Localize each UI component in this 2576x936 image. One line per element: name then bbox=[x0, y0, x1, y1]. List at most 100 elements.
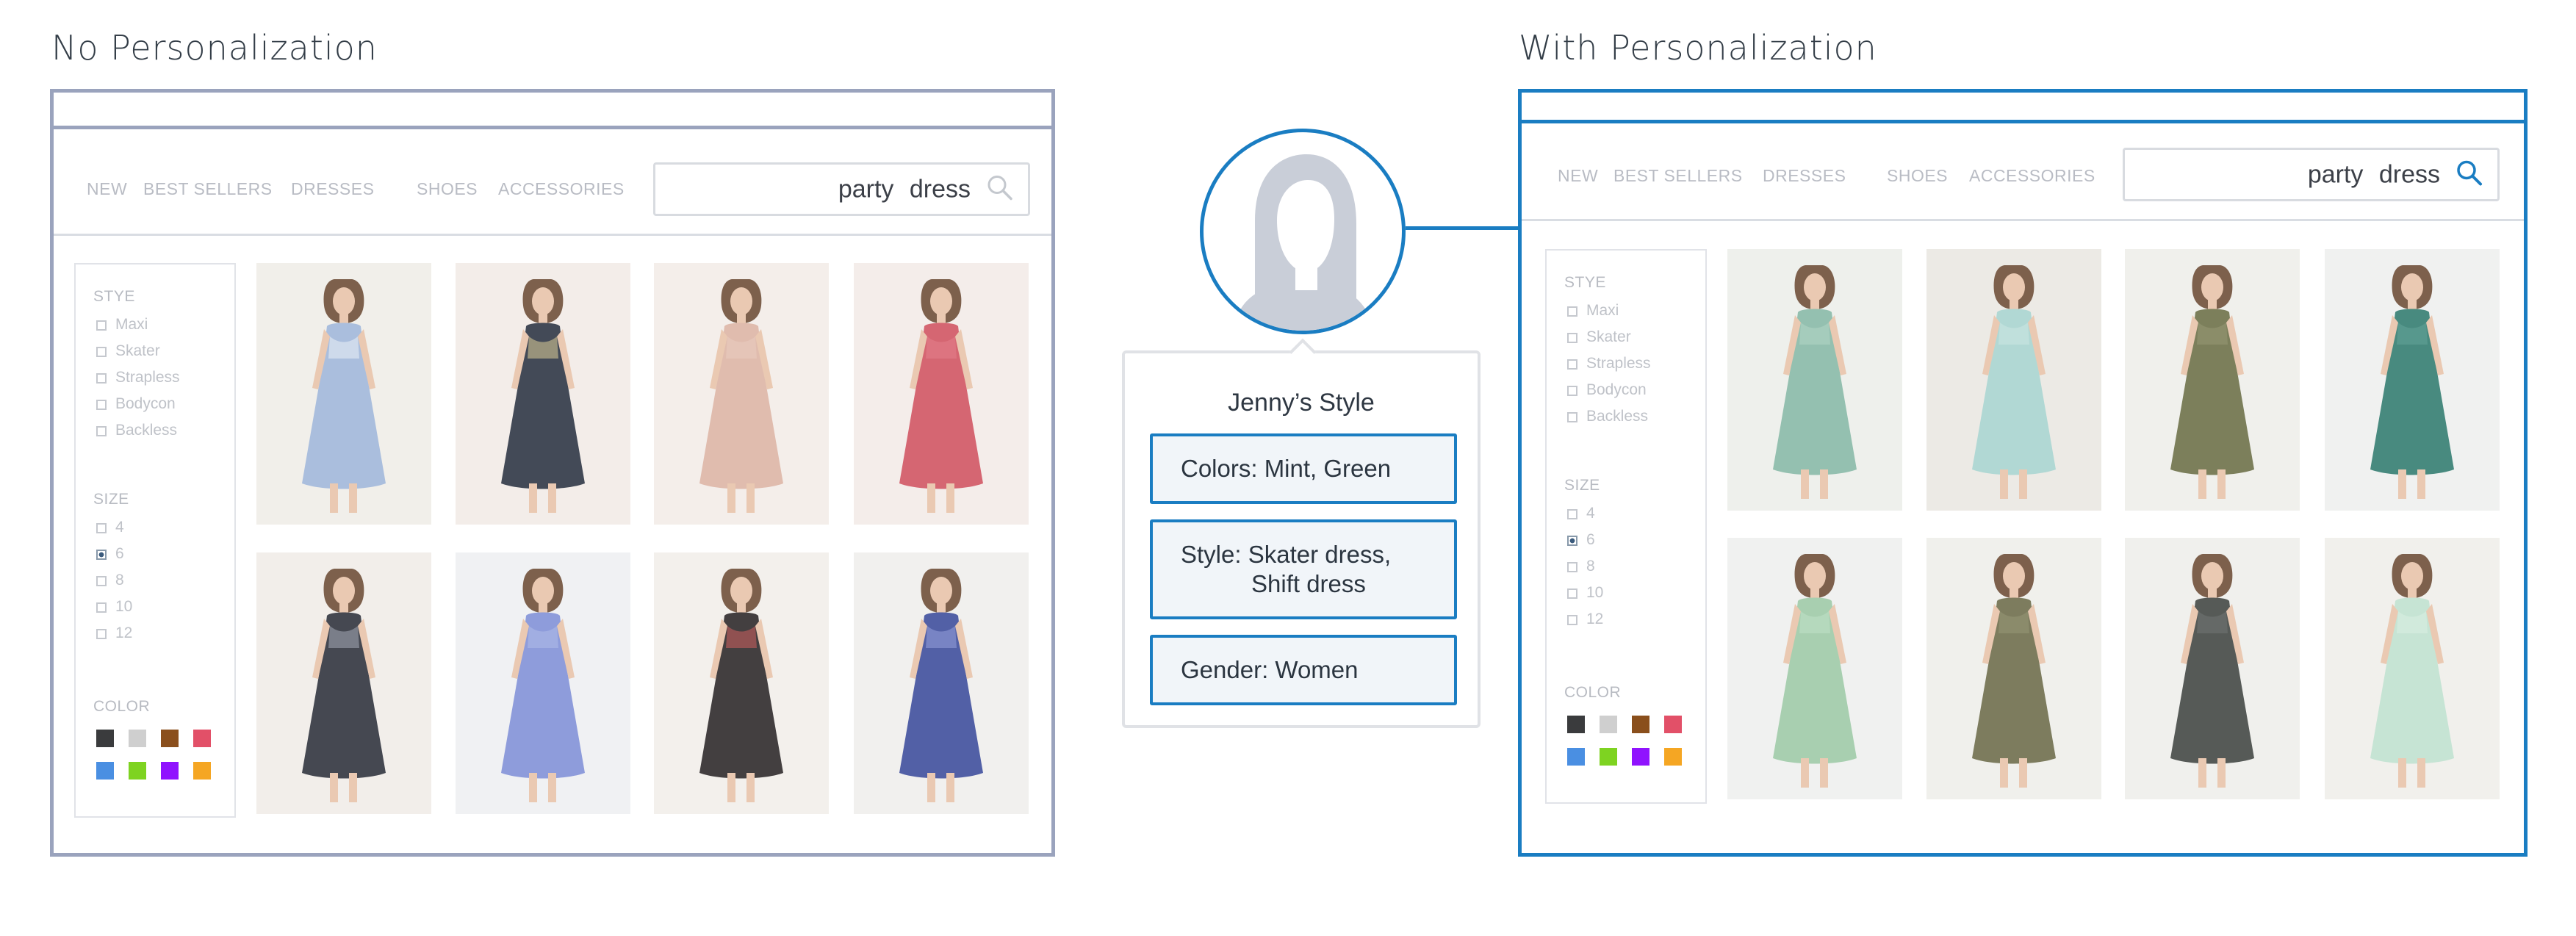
product-photo[interactable] bbox=[2125, 538, 2300, 799]
magnifier-icon[interactable] bbox=[985, 173, 1015, 206]
checkbox-icon[interactable] bbox=[96, 347, 107, 357]
color-swatch[interactable] bbox=[1632, 716, 1649, 733]
product-photo[interactable] bbox=[654, 552, 829, 814]
nav-dresses[interactable]: DRESSES bbox=[291, 179, 374, 199]
color-swatch[interactable] bbox=[1632, 748, 1649, 766]
style-option-bodycon[interactable]: Bodycon bbox=[1567, 381, 1647, 399]
product-photo[interactable] bbox=[1926, 249, 2101, 511]
product-photo[interactable] bbox=[2325, 249, 2500, 511]
color-swatch[interactable] bbox=[1600, 748, 1617, 766]
style-option-skater[interactable]: Skater bbox=[1567, 328, 1631, 346]
checkbox-icon[interactable] bbox=[96, 629, 107, 639]
size-option-12[interactable]: 12 bbox=[96, 624, 132, 642]
style-filter-heading: STYE bbox=[93, 288, 135, 305]
option-label: Bodycon bbox=[115, 395, 176, 412]
style-option-backless[interactable]: Backless bbox=[1567, 408, 1648, 425]
style-option-maxi[interactable]: Maxi bbox=[1567, 302, 1619, 320]
product-photo[interactable] bbox=[456, 263, 630, 525]
profile-title: Jenny’s Style bbox=[1228, 389, 1375, 417]
nav-new[interactable]: NEW bbox=[1558, 166, 1598, 186]
color-swatch[interactable] bbox=[96, 762, 114, 780]
product-photo[interactable] bbox=[1727, 249, 1902, 511]
color-swatch[interactable] bbox=[1567, 748, 1585, 766]
color-swatch[interactable] bbox=[129, 762, 146, 780]
color-swatch[interactable] bbox=[1567, 716, 1585, 733]
color-swatch[interactable] bbox=[193, 730, 211, 747]
left-store-mockup: NEW BEST SELLERS DRESSES SHOES ACCESSORI… bbox=[50, 89, 1055, 857]
product-photo[interactable] bbox=[1727, 538, 1902, 799]
right-store-mockup: NEW BEST SELLERS DRESSES SHOES ACCESSORI… bbox=[1518, 89, 2528, 857]
checkbox-icon[interactable] bbox=[1567, 588, 1577, 599]
color-swatch[interactable] bbox=[193, 762, 211, 780]
product-photo[interactable] bbox=[256, 552, 431, 814]
checkbox-icon[interactable] bbox=[96, 426, 107, 436]
size-option-4[interactable]: 4 bbox=[1567, 505, 1595, 522]
checkbox-icon[interactable] bbox=[96, 373, 107, 384]
product-photo[interactable] bbox=[2325, 538, 2500, 799]
search-query: party dress bbox=[838, 175, 971, 203]
product-photo[interactable] bbox=[654, 263, 829, 525]
style-option-bodycon[interactable]: Bodycon bbox=[96, 395, 176, 413]
checkbox-icon[interactable] bbox=[1567, 562, 1577, 572]
attribute-colors: Colors: Mint, Green bbox=[1150, 433, 1457, 504]
search-input[interactable]: party dress bbox=[2123, 148, 2500, 201]
color-swatch[interactable] bbox=[96, 730, 114, 747]
style-option-strapless[interactable]: Strapless bbox=[96, 369, 180, 386]
size-option-6[interactable]: 6 bbox=[96, 545, 124, 563]
nav-best-sellers[interactable]: BEST SELLERS bbox=[1613, 166, 1743, 186]
attribute-text: Colors: Mint, Green bbox=[1181, 455, 1392, 482]
size-option-8[interactable]: 8 bbox=[96, 572, 124, 589]
nav-divider bbox=[54, 234, 1051, 236]
checkbox-icon[interactable] bbox=[1567, 412, 1577, 422]
checkbox-icon[interactable] bbox=[96, 602, 107, 613]
size-option-10[interactable]: 10 bbox=[1567, 584, 1603, 602]
nav-shoes[interactable]: SHOES bbox=[417, 179, 478, 199]
option-label: Maxi bbox=[1586, 302, 1619, 319]
magnifier-icon[interactable] bbox=[2455, 158, 2484, 191]
checkbox-icon[interactable] bbox=[1567, 509, 1577, 519]
size-option-4[interactable]: 4 bbox=[96, 519, 124, 536]
style-option-backless[interactable]: Backless bbox=[96, 422, 177, 439]
checkbox-icon[interactable] bbox=[96, 576, 107, 586]
color-swatch[interactable] bbox=[161, 762, 179, 780]
size-option-12[interactable]: 12 bbox=[1567, 611, 1603, 628]
checkbox-checked-icon[interactable] bbox=[96, 550, 107, 560]
checkbox-icon[interactable] bbox=[1567, 386, 1577, 396]
nav-best-sellers[interactable]: BEST SELLERS bbox=[143, 179, 273, 199]
checkbox-icon[interactable] bbox=[1567, 333, 1577, 343]
checkbox-checked-icon[interactable] bbox=[1567, 536, 1577, 546]
checkbox-icon[interactable] bbox=[96, 320, 107, 331]
color-swatch[interactable] bbox=[1600, 716, 1617, 733]
size-filter-heading: SIZE bbox=[93, 491, 129, 508]
checkbox-icon[interactable] bbox=[1567, 306, 1577, 317]
color-swatch[interactable] bbox=[1664, 748, 1682, 766]
nav-new[interactable]: NEW bbox=[87, 179, 127, 199]
search-input[interactable]: party dress bbox=[653, 162, 1030, 216]
product-photo[interactable] bbox=[256, 263, 431, 525]
size-option-8[interactable]: 8 bbox=[1567, 558, 1595, 575]
nav-accessories[interactable]: ACCESSORIES bbox=[1969, 166, 2095, 186]
size-option-6[interactable]: 6 bbox=[1567, 531, 1595, 549]
option-label: 4 bbox=[115, 519, 124, 536]
nav-accessories[interactable]: ACCESSORIES bbox=[498, 179, 625, 199]
style-option-skater[interactable]: Skater bbox=[96, 342, 160, 360]
style-option-strapless[interactable]: Strapless bbox=[1567, 355, 1651, 372]
checkbox-icon[interactable] bbox=[1567, 615, 1577, 625]
product-photo[interactable] bbox=[1926, 538, 2101, 799]
nav-shoes[interactable]: SHOES bbox=[1887, 166, 1948, 186]
product-photo[interactable] bbox=[456, 552, 630, 814]
color-swatch[interactable] bbox=[129, 730, 146, 747]
color-swatch[interactable] bbox=[161, 730, 179, 747]
nav-dresses[interactable]: DRESSES bbox=[1763, 166, 1846, 186]
browser-bar bbox=[1522, 93, 2524, 123]
checkbox-icon[interactable] bbox=[96, 400, 107, 410]
checkbox-icon[interactable] bbox=[96, 523, 107, 533]
product-photo[interactable] bbox=[2125, 249, 2300, 511]
checkbox-icon[interactable] bbox=[1567, 359, 1577, 370]
size-option-10[interactable]: 10 bbox=[96, 598, 132, 616]
product-photo[interactable] bbox=[854, 263, 1029, 525]
color-swatch[interactable] bbox=[1664, 716, 1682, 733]
product-photo[interactable] bbox=[854, 552, 1029, 814]
style-option-maxi[interactable]: Maxi bbox=[96, 316, 148, 334]
option-label: 10 bbox=[1586, 584, 1604, 601]
